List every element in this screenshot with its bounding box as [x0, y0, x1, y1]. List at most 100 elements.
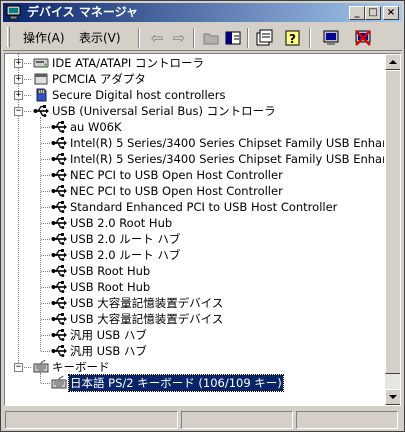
- tree-device-row[interactable]: Intel(R) 5 Series/3400 Series Chipset Fa…: [5, 151, 384, 167]
- scroll-down-arrow-icon: [389, 395, 397, 399]
- tree-node-label[interactable]: Standard Enhanced PCI to USB Host Contro…: [69, 199, 338, 215]
- tree-node-label[interactable]: USB Root Hub: [69, 263, 151, 279]
- tree-node-label[interactable]: 汎用 USB ハブ: [69, 343, 148, 359]
- usb-icon: [51, 201, 67, 213]
- device-manager-window: デバイス マネージャ _ □ × 操作(A) 表示(V) ⇦ ⇨ ? + IDE…: [0, 0, 405, 432]
- help-icon[interactable]: ?: [283, 28, 303, 48]
- tree-node-label[interactable]: NEC PCI to USB Open Host Controller: [69, 167, 284, 183]
- pcmcia-icon: [34, 73, 48, 85]
- tree-node-label[interactable]: USB (Universal Serial Bus) コントローラ: [51, 103, 277, 119]
- collapse-icon[interactable]: −: [14, 363, 23, 372]
- usb-icon: [33, 105, 49, 117]
- back-arrow-icon[interactable]: ⇦: [147, 28, 167, 48]
- forward-arrow-icon[interactable]: ⇨: [169, 28, 189, 48]
- tree-node-label[interactable]: Intel(R) 5 Series/3400 Series Chipset Fa…: [69, 151, 384, 167]
- scroll-up-arrow-icon: [389, 60, 397, 64]
- vertical-scrollbar[interactable]: [385, 54, 400, 405]
- scroll-down-button[interactable]: [385, 389, 400, 405]
- menu-toolbar: 操作(A) 表示(V) ⇦ ⇨ ?: [3, 23, 402, 51]
- tree-node-label[interactable]: USB 大容量記憶装置デバイス: [69, 311, 224, 327]
- up-folder-icon[interactable]: [201, 28, 221, 48]
- tree-device-row[interactable]: USB 2.0 Root Hub: [5, 215, 384, 231]
- tree-category-row[interactable]: + Secure Digital host controllers: [5, 87, 384, 103]
- tree-device-row[interactable]: Standard Enhanced PCI to USB Host Contro…: [5, 199, 384, 215]
- toolbar-separator: [247, 28, 249, 48]
- usb-icon: [51, 233, 67, 245]
- tree-device-row[interactable]: USB 大容量記憶装置デバイス: [5, 295, 384, 311]
- tree-device-row[interactable]: 汎用 USB ハブ: [5, 343, 384, 359]
- status-bar: [3, 409, 402, 430]
- tree-device-row[interactable]: 日本語 PS/2 キーボード (106/109 キー): [5, 374, 384, 392]
- tree-node-label[interactable]: USB Root Hub: [69, 279, 151, 295]
- toolbar-separator: [193, 28, 195, 48]
- device-tree[interactable]: + IDE ATA/ATAPI コントローラ + PCMCIA アダプタ + Secure…: [5, 54, 384, 405]
- usb-icon: [51, 345, 67, 357]
- tree-node-label[interactable]: Secure Digital host controllers: [51, 87, 226, 103]
- expand-icon[interactable]: +: [14, 75, 23, 84]
- tree-device-row[interactable]: Intel(R) 5 Series/3400 Series Chipset Fa…: [5, 135, 384, 151]
- tree-device-row[interactable]: USB Root Hub: [5, 263, 384, 279]
- tree-node-label[interactable]: USB 2.0 Root Hub: [69, 215, 173, 231]
- menu-action[interactable]: 操作(A): [21, 30, 67, 46]
- tree-node-label[interactable]: Intel(R) 5 Series/3400 Series Chipset Fa…: [69, 135, 384, 151]
- scroll-up-button[interactable]: [385, 54, 400, 70]
- tree-device-row[interactable]: USB Root Hub: [5, 279, 384, 295]
- minimize-button[interactable]: _: [349, 6, 365, 20]
- tree-device-row[interactable]: USB 2.0 ルート ハブ: [5, 231, 384, 247]
- show-hide-tree-icon[interactable]: [223, 28, 243, 48]
- toolbar-grip[interactable]: [7, 27, 10, 47]
- expand-icon[interactable]: +: [14, 59, 23, 68]
- sd-host-icon: [36, 88, 47, 102]
- usb-icon: [51, 313, 67, 325]
- properties-icon[interactable]: [254, 28, 274, 48]
- tree-device-row[interactable]: au W06K: [5, 119, 384, 135]
- tree-node-label[interactable]: USB 2.0 ルート ハブ: [69, 247, 181, 263]
- tree-category-row[interactable]: + PCMCIA アダプタ: [5, 71, 384, 87]
- device-tree-pane[interactable]: + IDE ATA/ATAPI コントローラ + PCMCIA アダプタ + Secure…: [4, 53, 401, 406]
- usb-icon: [51, 153, 67, 165]
- usb-icon: [51, 137, 67, 149]
- tree-device-row[interactable]: NEC PCI to USB Open Host Controller: [5, 167, 384, 183]
- status-pane-2: [181, 411, 293, 429]
- tree-device-row[interactable]: USB 大容量記憶装置デバイス: [5, 311, 384, 327]
- keyboard-icon: [33, 359, 49, 373]
- scan-hardware-icon[interactable]: [321, 28, 341, 48]
- usb-icon: [51, 217, 67, 229]
- tree-node-label[interactable]: IDE ATA/ATAPI コントローラ: [51, 55, 205, 71]
- keyboard-icon: [51, 375, 67, 389]
- tree-node-label[interactable]: PCMCIA アダプタ: [51, 71, 147, 87]
- tree-device-row[interactable]: 汎用 USB ハブ: [5, 327, 384, 343]
- tree-node-label[interactable]: 日本語 PS/2 キーボード (106/109 キー): [68, 374, 284, 392]
- toolbar-separator: [138, 28, 140, 48]
- tree-node-label[interactable]: USB 大容量記憶装置デバイス: [69, 295, 224, 311]
- tree-category-row[interactable]: − キーボード: [5, 359, 384, 375]
- svg-text:?: ?: [289, 32, 296, 46]
- tree-node-label[interactable]: NEC PCI to USB Open Host Controller: [69, 183, 284, 199]
- usb-icon: [51, 329, 67, 341]
- expand-icon[interactable]: +: [14, 91, 23, 100]
- tree-device-row[interactable]: NEC PCI to USB Open Host Controller: [5, 183, 384, 199]
- menu-view[interactable]: 表示(V): [77, 30, 123, 46]
- tree-node-label[interactable]: USB 2.0 ルート ハブ: [69, 231, 181, 247]
- usb-icon: [51, 185, 67, 197]
- window-title: デバイス マネージャ: [27, 5, 138, 19]
- close-button[interactable]: ×: [383, 6, 399, 20]
- collapse-icon[interactable]: −: [14, 107, 23, 116]
- tree-device-row[interactable]: USB 2.0 ルート ハブ: [5, 247, 384, 263]
- maximize-button[interactable]: □: [365, 6, 381, 20]
- usb-icon: [51, 249, 67, 261]
- tree-node-label[interactable]: 汎用 USB ハブ: [69, 327, 148, 343]
- tree-category-row[interactable]: − USB (Universal Serial Bus) コントローラ: [5, 103, 384, 119]
- scroll-thumb[interactable]: [385, 70, 400, 374]
- ide-controller-icon: [33, 58, 49, 68]
- uninstall-icon[interactable]: [353, 28, 373, 48]
- tree-node-label[interactable]: キーボード: [51, 359, 111, 375]
- usb-icon: [51, 121, 67, 133]
- toolbar-separator: [309, 28, 311, 48]
- tree-category-row[interactable]: + IDE ATA/ATAPI コントローラ: [5, 55, 384, 71]
- title-bar[interactable]: デバイス マネージャ _ □ ×: [3, 3, 402, 22]
- tree-node-label[interactable]: au W06K: [69, 119, 123, 135]
- usb-icon: [51, 265, 67, 277]
- usb-icon: [51, 297, 67, 309]
- status-pane-main: [5, 411, 178, 429]
